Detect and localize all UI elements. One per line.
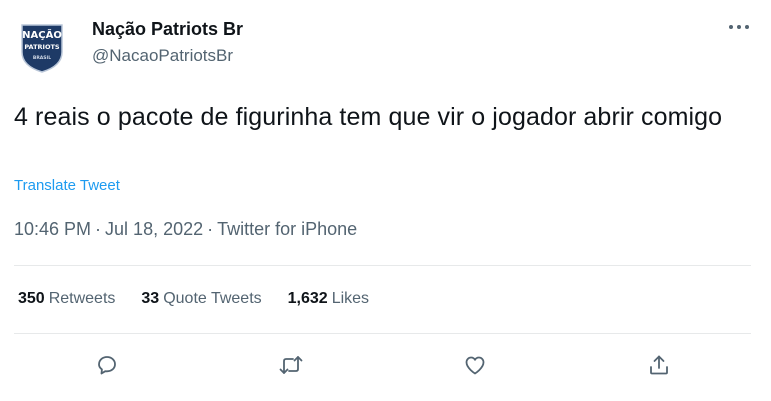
divider	[14, 333, 751, 334]
retweet-button[interactable]	[271, 345, 311, 385]
divider	[14, 265, 751, 266]
reply-icon	[98, 356, 116, 375]
avatar[interactable]: NAÇÃO PATRIOTS BRASIL	[16, 22, 68, 74]
author-handle[interactable]: @NacaoPatriotsBr	[92, 46, 233, 66]
retweets-label: Retweets	[48, 290, 116, 307]
reply-button[interactable]	[87, 345, 127, 385]
tweet-time[interactable]: 10:46 PM	[14, 219, 91, 239]
retweet-icon	[279, 356, 303, 374]
avatar-logo-text-2: PATRIOTS	[24, 43, 60, 51]
quote-tweets-stat[interactable]: 33 Quote Tweets	[141, 290, 261, 308]
meta-separator: ·	[95, 219, 102, 239]
avatar-logo-text-3: BRASIL	[33, 55, 51, 61]
translate-tweet-link[interactable]: Translate Tweet	[14, 177, 120, 194]
tweet-actions	[0, 345, 771, 385]
tweet-text: 4 reais o pacote de figurinha tem que vi…	[14, 103, 723, 131]
share-button[interactable]	[639, 345, 679, 385]
likes-count: 1,632	[287, 290, 328, 307]
tweet-meta: 10:46 PM · Jul 18, 2022 · Twitter for iPhone	[14, 219, 357, 240]
like-button[interactable]	[455, 345, 495, 385]
likes-stat[interactable]: 1,632 Likes	[288, 290, 369, 308]
retweets-count: 350	[18, 290, 45, 307]
author-display-name[interactable]: Nação Patriots Br	[92, 19, 243, 40]
like-icon	[465, 356, 485, 375]
avatar-logo-text-1: NAÇÃO	[22, 28, 62, 41]
tweet-date[interactable]: Jul 18, 2022	[105, 219, 203, 239]
meta-separator: ·	[207, 219, 214, 239]
patriots-logo-icon: NAÇÃO PATRIOTS BRASIL	[21, 24, 63, 73]
tweet-source[interactable]: Twitter for iPhone	[217, 219, 357, 239]
quote-tweets-count: 33	[141, 290, 160, 307]
more-dots-icon	[729, 25, 749, 29]
more-options-button[interactable]	[724, 14, 754, 40]
share-icon	[650, 355, 668, 375]
likes-label: Likes	[331, 290, 370, 307]
quote-tweets-label: Quote Tweets	[163, 290, 262, 307]
tweet-stats: 350 Retweets 33 Quote Tweets 1,632 Likes	[18, 290, 395, 308]
retweets-stat[interactable]: 350 Retweets	[18, 290, 115, 308]
